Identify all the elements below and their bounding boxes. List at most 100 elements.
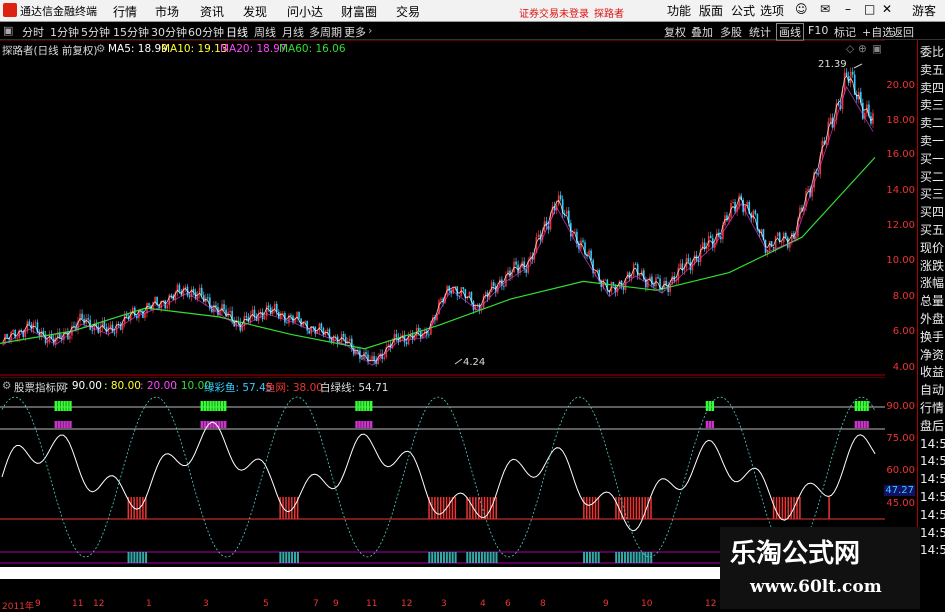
lower-header: ⚙ 股票指标网 : 90.00 : 80.00 : 20.00 : 10.00 … [0, 378, 885, 394]
side-label[interactable]: 14:50 [920, 527, 945, 539]
candle [772, 246, 775, 249]
tool-watchlist[interactable]: +自选 [862, 24, 893, 40]
side-label[interactable]: 14:50 [920, 544, 945, 556]
candle [428, 334, 430, 336]
side-label[interactable]: 收益 [920, 366, 944, 378]
zoom-icon[interactable]: ⊕ [858, 43, 867, 55]
login-status[interactable]: 证券交易未登录 [519, 5, 589, 20]
side-label[interactable]: 行情 [920, 402, 944, 414]
settings-icon[interactable]: ⚙ [2, 380, 11, 392]
side-label[interactable]: 卖四 [920, 82, 944, 94]
side-label[interactable]: 卖五 [920, 64, 944, 76]
side-label[interactable]: 买二 [920, 171, 944, 183]
settings-icon[interactable]: ⚙ [96, 43, 105, 55]
side-label[interactable]: 买五 [920, 224, 944, 236]
side-label[interactable]: 14:50 [920, 509, 945, 521]
side-label[interactable]: 买一 [920, 153, 944, 165]
red-bar [629, 497, 632, 519]
tool-multi[interactable]: 多股 [720, 24, 742, 40]
side-label[interactable]: 卖二 [920, 117, 944, 129]
magenta-bar [708, 421, 712, 428]
side-label[interactable]: 自动 [920, 384, 944, 396]
fish-bar [221, 401, 224, 411]
side-label[interactable]: 买三 [920, 188, 944, 200]
tool-overlay[interactable]: 叠加 [691, 24, 713, 40]
close-icon[interactable]: ✕ [882, 2, 892, 16]
period-60min[interactable]: 60分钟 [188, 24, 224, 40]
side-label[interactable]: 换手 [920, 331, 944, 343]
period-intraday[interactable]: 分时 [22, 24, 44, 40]
menu-discover[interactable]: 发现 [243, 3, 267, 20]
tool-back[interactable]: 返回 [892, 24, 914, 40]
cyan-bar [644, 552, 647, 563]
chevron-right-icon[interactable]: › [368, 24, 372, 37]
candle [298, 312, 300, 319]
magenta-bar [364, 421, 367, 428]
side-label[interactable]: 14:50 [920, 491, 945, 503]
period-5min[interactable]: 5分钟 [81, 24, 110, 40]
period-monthly[interactable]: 月线 [282, 24, 304, 40]
tool-draw[interactable]: 画线 [776, 23, 804, 41]
side-label[interactable]: 净资 [920, 349, 944, 361]
expand-icon[interactable]: ▣ [3, 24, 13, 37]
axis-8: 8.00 [892, 291, 915, 302]
mail-icon[interactable]: ✉ [820, 2, 830, 16]
candle [468, 292, 471, 297]
cyan-bar [583, 552, 586, 563]
maximize-icon[interactable]: □ [864, 2, 875, 16]
indicator-v2: : 80.00 [104, 380, 141, 392]
magenta-bar [200, 421, 204, 428]
diamond-icon[interactable]: ◇ [846, 43, 854, 55]
minimize-icon[interactable]: – [845, 2, 851, 16]
tool-mark[interactable]: 标记 [834, 24, 856, 40]
side-label[interactable]: 涨幅 [920, 277, 944, 289]
side-label[interactable]: 委比 [920, 46, 944, 58]
restore-icon[interactable]: ▣ [872, 43, 882, 55]
tool-f10[interactable]: F10 [808, 24, 828, 37]
side-label[interactable]: 14:50 [920, 438, 945, 450]
lower-axis-90: 90.00 [886, 401, 915, 412]
period-15min[interactable]: 15分钟 [113, 24, 149, 40]
side-label[interactable]: 14:50 [920, 473, 945, 485]
period-weekly[interactable]: 周线 [254, 24, 276, 40]
menu-trade[interactable]: 交易 [396, 3, 420, 20]
candle [148, 303, 150, 306]
period-multi[interactable]: 多周期 [309, 24, 342, 40]
period-daily[interactable]: 日线 [226, 24, 248, 40]
fish-bar [57, 401, 60, 411]
menu-quotes[interactable]: 行情 [113, 3, 137, 20]
side-label[interactable]: 现价 [920, 242, 944, 254]
user-icon[interactable]: ☺ [795, 2, 808, 16]
red-bar [288, 497, 290, 519]
menu-options[interactable]: 选项 [760, 2, 784, 19]
menu-market[interactable]: 市场 [155, 3, 179, 20]
guest-label[interactable]: 游客 [912, 2, 936, 19]
candle [184, 286, 187, 289]
menu-formula[interactable]: 公式 [731, 2, 755, 19]
menu-news[interactable]: 资讯 [200, 3, 224, 20]
tool-stats[interactable]: 统计 [749, 24, 771, 40]
red-bar [583, 497, 585, 519]
menu-function[interactable]: 功能 [667, 2, 691, 19]
tool-adjust[interactable]: 复权 [664, 24, 686, 40]
period-30min[interactable]: 30分钟 [151, 24, 187, 40]
side-label[interactable]: 14:50 [920, 455, 945, 467]
candle [565, 210, 568, 215]
side-label[interactable]: 盘后 [920, 420, 944, 432]
menu-wealth[interactable]: 财富圈 [341, 3, 377, 20]
kline-chart[interactable] [0, 40, 885, 376]
side-label[interactable]: 买四 [920, 206, 944, 218]
side-label[interactable]: 总量 [920, 295, 944, 307]
magenta-bar [857, 421, 861, 428]
side-label[interactable]: 外盘 [920, 313, 944, 325]
red-bar [591, 497, 594, 519]
menu-layout[interactable]: 版面 [699, 2, 723, 19]
period-1min[interactable]: 1分钟 [50, 24, 79, 40]
period-more[interactable]: 更多 [344, 24, 366, 40]
candle [872, 113, 874, 124]
menu-ask[interactable]: 问小达 [287, 3, 323, 20]
side-label[interactable]: 卖一 [920, 135, 944, 147]
side-label[interactable]: 涨跌 [920, 260, 944, 272]
side-label[interactable]: 卖三 [920, 99, 944, 111]
red-bar [597, 497, 600, 519]
